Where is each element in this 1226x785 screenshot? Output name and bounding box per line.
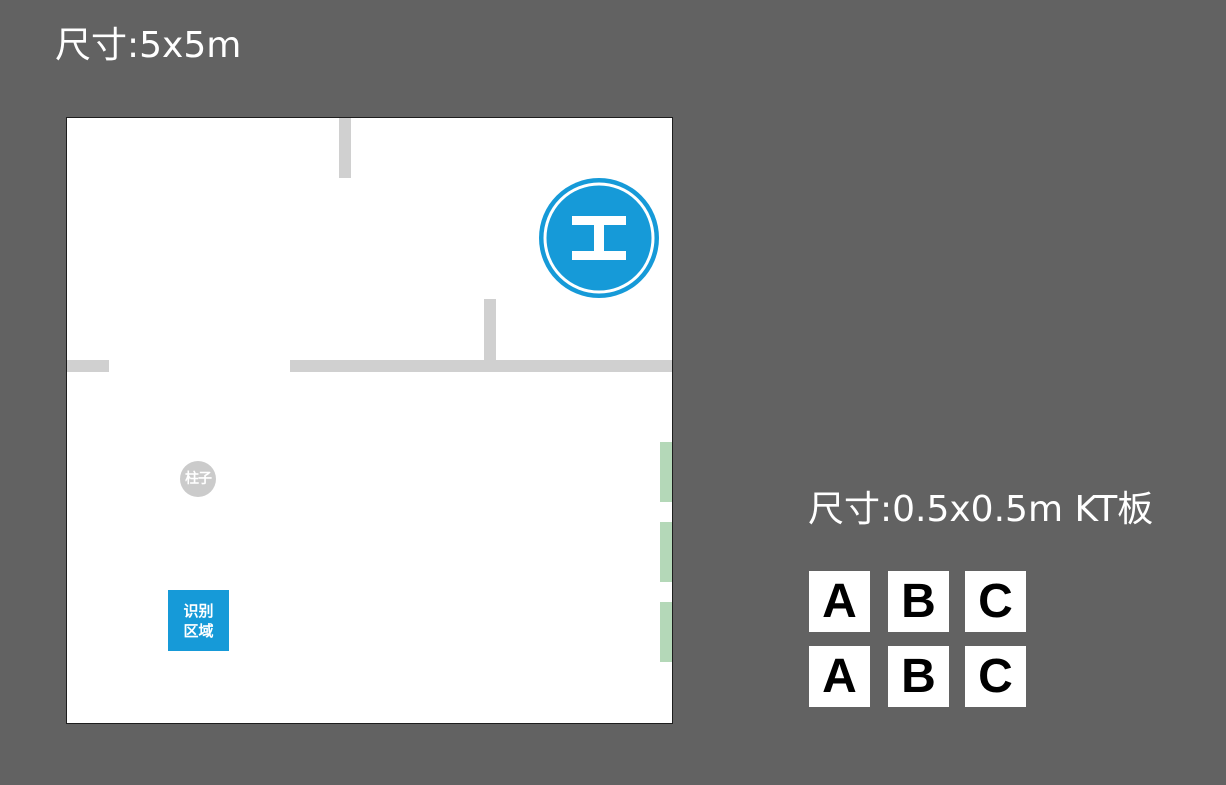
wall-vertical-stub <box>484 299 496 362</box>
kt-board-b: B <box>888 646 949 707</box>
recognition-zone-line2: 区域 <box>183 621 214 640</box>
kt-board-size-title: 尺寸:0.5x0.5m KT板 <box>808 489 1154 530</box>
wall-middle-left <box>67 360 109 372</box>
green-strip-1 <box>660 442 672 502</box>
field-map: 柱子 识别 区域 <box>67 118 672 723</box>
wall-middle-right <box>290 360 672 372</box>
kt-board-c: C <box>965 646 1026 707</box>
green-strip-2 <box>660 522 672 582</box>
kt-board-a: A <box>809 646 870 707</box>
helipad-h-icon <box>539 178 659 298</box>
green-strip-3 <box>660 602 672 662</box>
kt-board-c: C <box>965 571 1026 632</box>
kt-board-a: A <box>809 571 870 632</box>
wall-top-stub <box>339 118 351 178</box>
recognition-zone-line1: 识别 <box>183 601 214 620</box>
kt-board-b: B <box>888 571 949 632</box>
recognition-zone: 识别 区域 <box>168 590 229 651</box>
field-size-title: 尺寸:5x5m <box>55 25 242 66</box>
pillar-marker: 柱子 <box>180 461 216 497</box>
